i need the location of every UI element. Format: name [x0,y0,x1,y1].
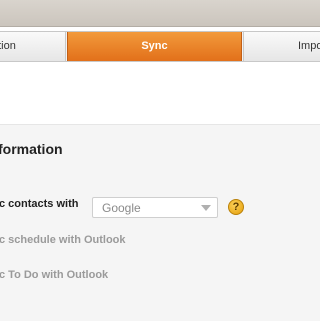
window-title-bar [0,0,320,27]
tab-import[interactable]: Impo [243,32,320,61]
tab-sync-label: Sync [141,40,168,52]
tab-information-label: ation [0,40,16,52]
contacts-sync-select-value: Google [102,201,141,215]
tab-sync[interactable]: Sync [67,32,242,61]
tab-bar: ation Sync Impo [0,31,320,62]
sync-schedule-label: c schedule with Outlook [0,234,126,246]
tab-import-label: Impo [298,40,320,52]
contacts-sync-select[interactable]: Google [92,197,218,218]
chevron-down-icon [201,205,211,211]
sync-todo-label: c To Do with Outlook [0,269,109,281]
tab-information[interactable]: ation [0,32,66,61]
help-icon[interactable]: ? [228,199,244,215]
sync-contacts-label: c contacts with [0,198,79,210]
section-title: formation [0,141,63,157]
